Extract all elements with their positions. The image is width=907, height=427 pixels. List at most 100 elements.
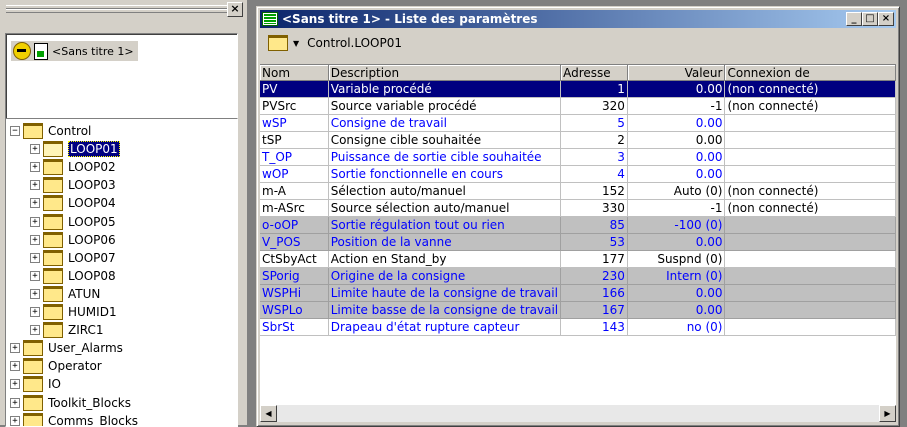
expand-icon[interactable]: + xyxy=(10,415,20,426)
column-header[interactable]: Description xyxy=(328,65,562,81)
expand-icon[interactable]: + xyxy=(30,234,40,245)
tree-item[interactable]: + ATUN xyxy=(30,285,100,303)
column-header[interactable]: Valeur xyxy=(627,65,726,81)
expand-icon[interactable]: + xyxy=(30,216,40,227)
expand-icon[interactable]: + xyxy=(10,397,20,408)
explorer-close-button[interactable]: × xyxy=(227,2,243,17)
folder-icon xyxy=(43,285,63,302)
window-titlebar[interactable]: <Sans titre 1> - Liste des paramètres _ … xyxy=(260,10,896,28)
cell-connexion: (non connecté) xyxy=(724,199,896,217)
cell-valeur[interactable]: -1 xyxy=(627,199,726,217)
cell-valeur[interactable]: 0.00 xyxy=(627,301,726,319)
tree-item[interactable]: + LOOP04 xyxy=(30,194,116,212)
expand-icon[interactable]: + xyxy=(30,198,40,209)
table-row[interactable]: m-A Sélection auto/manuel 152 Auto (0) (non … xyxy=(260,182,896,200)
table-row[interactable]: SPorig Origine de la consigne 230 Intern (0… xyxy=(260,267,896,285)
table-row[interactable]: WSPLo Limite basse de la consigne de trav… xyxy=(260,301,896,319)
folder-icon xyxy=(43,159,63,176)
cell-valeur[interactable]: Intern (0) xyxy=(627,267,726,285)
tree-item[interactable]: + IO xyxy=(10,375,61,393)
tree-item[interactable]: − Control xyxy=(10,122,91,140)
expand-icon[interactable]: + xyxy=(10,379,20,390)
column-header[interactable]: Connexion de xyxy=(724,65,896,81)
cell-nom: wOP xyxy=(260,165,329,183)
minimize-button[interactable]: _ xyxy=(846,12,862,26)
table-row[interactable]: o-oOP Sortie régulation tout ou rien 85 -10… xyxy=(260,216,896,234)
folder-icon xyxy=(23,123,43,139)
cell-valeur[interactable]: 0.00 xyxy=(627,165,726,183)
table-row[interactable]: CtSbyAct Action en Stand_by 177 Suspnd (0) xyxy=(260,250,896,268)
cell-valeur[interactable]: 0.00 xyxy=(627,284,726,302)
cell-valeur[interactable]: no (0) xyxy=(627,318,726,336)
expand-icon[interactable]: + xyxy=(30,144,40,155)
table-row[interactable]: wSP Consigne de travail 5 0.00 xyxy=(260,114,896,132)
tree-item[interactable]: + LOOP08 xyxy=(30,267,116,285)
cell-valeur[interactable]: -1 xyxy=(627,97,726,115)
table-row[interactable]: WSPHi Limite haute de la consigne de trav… xyxy=(260,284,896,302)
tree-item[interactable]: + ZIRC1 xyxy=(30,321,104,339)
column-header[interactable]: Nom xyxy=(260,65,329,81)
tree-item-label: LOOP01 xyxy=(68,141,120,158)
key-icon xyxy=(13,42,31,60)
cell-valeur[interactable]: 0.00 xyxy=(627,233,726,251)
expand-icon[interactable]: + xyxy=(30,325,40,336)
tree-item[interactable]: + Toolkit_Blocks xyxy=(10,394,131,412)
scroll-left-button[interactable]: ◀ xyxy=(260,405,277,422)
tree-item[interactable]: + LOOP05 xyxy=(30,213,116,231)
cell-valeur[interactable]: 0.00 xyxy=(627,131,726,149)
empty-cell xyxy=(328,336,560,353)
expand-icon[interactable]: + xyxy=(30,180,40,191)
cell-connexion xyxy=(724,148,896,166)
collapse-icon[interactable]: − xyxy=(10,126,20,136)
table-row[interactable]: V_POS Position de la vanne 53 0.00 xyxy=(260,233,896,251)
tree-item[interactable]: + User_Alarms xyxy=(10,339,123,357)
tree-item[interactable]: + HUMID1 xyxy=(30,303,117,321)
table-row[interactable]: PVSrc Source variable procédé 320 -1 (non co… xyxy=(260,97,896,115)
cell-valeur[interactable]: 0.00 xyxy=(627,114,726,132)
cell-connexion xyxy=(724,318,896,336)
toolbar: ▼ Control.LOOP01 xyxy=(260,31,896,55)
empty-cell xyxy=(328,370,560,387)
expand-icon[interactable]: + xyxy=(30,252,40,263)
path-label: Control.LOOP01 xyxy=(307,36,403,50)
tree-item[interactable]: + LOOP01 xyxy=(30,140,120,158)
close-button[interactable]: × xyxy=(878,12,894,26)
cell-valeur[interactable]: Auto (0) xyxy=(627,182,726,200)
expand-icon[interactable]: + xyxy=(10,343,20,354)
cell-valeur[interactable]: -100 (0) xyxy=(627,216,726,234)
tree-item[interactable]: + LOOP02 xyxy=(30,158,116,176)
column-header[interactable]: Adresse xyxy=(560,65,628,81)
expand-icon[interactable]: + xyxy=(30,307,40,317)
expand-icon[interactable]: + xyxy=(30,288,40,299)
cell-connexion xyxy=(724,233,896,251)
cell-valeur[interactable]: Suspnd (0) xyxy=(627,250,726,268)
table-row[interactable]: SbrSt Drapeau d'état rupture capteur 143 no… xyxy=(260,318,896,336)
table-row[interactable]: tSP Consigne cible souhaitée 2 0.00 xyxy=(260,131,896,149)
cell-valeur[interactable]: 0.00 xyxy=(627,80,726,98)
cell-description: Action en Stand_by xyxy=(328,250,562,268)
folder-open-icon[interactable] xyxy=(268,35,288,51)
cell-connexion xyxy=(724,284,896,302)
tree-item[interactable]: + Operator xyxy=(10,357,102,375)
table-row[interactable]: wOP Sortie fonctionnelle en cours 4 0.00 xyxy=(260,165,896,183)
tree-item[interactable]: + LOOP03 xyxy=(30,176,116,194)
scroll-right-button[interactable]: ▶ xyxy=(879,405,896,422)
expand-icon[interactable]: + xyxy=(30,162,40,173)
tree-view: − Control + LOOP01 + LOOP02 + LOOP03 + LOOP04 + LOO… xyxy=(5,118,238,427)
cell-adresse: 330 xyxy=(560,199,628,217)
table-row[interactable]: m-ASrc Source sélection auto/manuel 330 -1(… xyxy=(260,199,896,217)
cell-adresse: 53 xyxy=(560,233,628,251)
tree-item[interactable]: + LOOP06 xyxy=(30,231,116,249)
horizontal-scrollbar[interactable]: ◀ ▶ xyxy=(260,405,896,422)
table-row[interactable]: T_OP Puissance de sortie cible souhaitée 3… xyxy=(260,148,896,166)
maximize-button[interactable]: □ xyxy=(862,12,878,26)
expand-icon[interactable]: + xyxy=(30,270,40,281)
chevron-down-icon[interactable]: ▼ xyxy=(293,39,299,48)
empty-cell xyxy=(260,336,328,353)
cell-valeur[interactable]: 0.00 xyxy=(627,148,726,166)
explorer-titlebar[interactable]: × xyxy=(2,2,245,18)
document-item[interactable]: <Sans titre 1> xyxy=(11,41,138,61)
tree-item[interactable]: + LOOP07 xyxy=(30,249,116,267)
expand-icon[interactable]: + xyxy=(10,361,20,372)
table-row[interactable]: PV Variable procédé 1 0.00 (non connecté) xyxy=(260,80,896,98)
